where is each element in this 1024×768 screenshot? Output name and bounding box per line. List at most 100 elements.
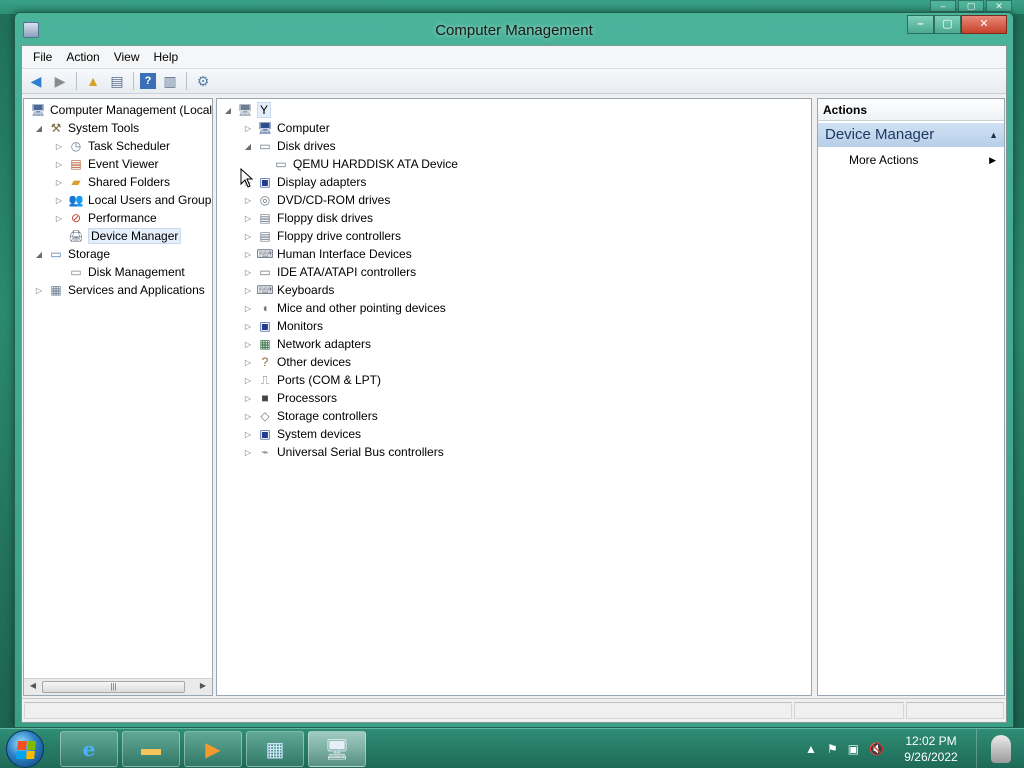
expander-icon[interactable]: ▷ bbox=[243, 322, 253, 331]
actions-section-device-manager[interactable]: Device Manager ▲ bbox=[818, 123, 1004, 147]
expander-icon[interactable]: ▷ bbox=[243, 376, 253, 385]
expander-icon[interactable]: ▷ bbox=[243, 196, 253, 205]
device-label: DVD/CD-ROM drives bbox=[277, 193, 391, 207]
menu-action[interactable]: Action bbox=[59, 46, 106, 68]
device-item[interactable]: ▭ QEMU HARDDISK ATA Device bbox=[259, 155, 458, 173]
bg-close-icon[interactable]: ✕ bbox=[986, 0, 1012, 12]
up-folder-icon[interactable]: ▲ bbox=[83, 71, 103, 91]
expander-icon[interactable]: ▷ bbox=[243, 358, 253, 367]
expander-icon[interactable]: ◢ bbox=[34, 124, 44, 133]
expander-icon[interactable]: ▷ bbox=[54, 160, 64, 169]
device-category-computer[interactable]: ▷ 🖥 Computer bbox=[243, 119, 330, 137]
volume-muted-icon[interactable]: 🔇 bbox=[869, 742, 884, 756]
expander-icon[interactable]: ▷ bbox=[243, 232, 253, 241]
taskbar-internet-explorer[interactable]: e bbox=[60, 731, 118, 767]
scroll-left-icon[interactable]: ◀ bbox=[26, 681, 40, 690]
user-area[interactable] bbox=[976, 729, 1024, 768]
taskbar: e ▬ ▶ ▦ 🖥 ▲ ⚑ ▣ 🔇 12:02 PM 9/26/2022 bbox=[0, 728, 1024, 768]
tree-item-device-manager[interactable]: 🖨 Device Manager bbox=[54, 227, 182, 245]
expander-icon[interactable]: ▷ bbox=[54, 142, 64, 151]
device-category-display-adapters[interactable]: ▷▣Display adapters bbox=[243, 173, 366, 191]
expander-icon[interactable]: ◢ bbox=[243, 142, 253, 151]
menu-help[interactable]: Help bbox=[147, 46, 186, 68]
device-category-ports-com-lpt-[interactable]: ▷ ⎍ Ports (COM & LPT) bbox=[243, 371, 381, 389]
taskbar-file-explorer[interactable]: ▬ bbox=[122, 731, 180, 767]
expander-icon[interactable]: ▷ bbox=[243, 304, 253, 313]
expander-icon[interactable]: ▷ bbox=[34, 286, 44, 295]
expander-icon[interactable]: ▷ bbox=[243, 214, 253, 223]
action-center-flag-icon[interactable]: ⚑ bbox=[827, 742, 838, 756]
menu-view[interactable]: View bbox=[107, 46, 147, 68]
expander-icon[interactable]: ▷ bbox=[243, 124, 253, 133]
tree-item-system-tools[interactable]: ◢ ⚒ System Tools bbox=[34, 119, 139, 137]
expander-icon[interactable]: ▷ bbox=[54, 214, 64, 223]
device-category-mice-and-other-pointing-devices[interactable]: ▷ ◖ Mice and other pointing devices bbox=[243, 299, 446, 317]
tree-item-storage[interactable]: ◢ ▭ Storage bbox=[34, 245, 110, 263]
device-category-other-devices[interactable]: ▷? Other devices bbox=[243, 353, 351, 371]
device-category-system-devices[interactable]: ▷ ▣ System devices bbox=[243, 425, 361, 443]
device-tree-pane[interactable]: ◢ 🖥 Y ▷ 🖥 Computer ◢ ▭ Disk drives ▭ QEMU HARDD… bbox=[216, 98, 812, 696]
start-button[interactable] bbox=[6, 730, 44, 768]
expander-icon[interactable]: ▷ bbox=[243, 448, 253, 457]
show-hidden-icons-icon[interactable]: ▲ bbox=[805, 742, 817, 756]
more-actions-item[interactable]: More Actions ▶ bbox=[818, 151, 1004, 169]
tree-item-local-users-and-groups[interactable]: ▷ 👥 Local Users and Groups bbox=[54, 191, 212, 209]
expander-icon[interactable]: ▷ bbox=[243, 394, 253, 403]
tree-item-event-viewer[interactable]: ▷ ▤ Event Viewer bbox=[54, 155, 159, 173]
expander-icon[interactable]: ▷ bbox=[243, 412, 253, 421]
device-category-human-interface-devices[interactable]: ▷ ⌨ Human Interface Devices bbox=[243, 245, 412, 263]
close-button[interactable]: ✕ bbox=[961, 15, 1007, 34]
show-hide-tree-icon[interactable]: ▤ bbox=[107, 71, 127, 91]
tree-item-disk-management[interactable]: ▭ Disk Management bbox=[54, 263, 184, 281]
title-bar[interactable]: Computer Management – ▢ ✕ bbox=[15, 13, 1013, 47]
expander-icon[interactable]: ▷ bbox=[54, 196, 64, 205]
expander-icon[interactable]: ▷ bbox=[54, 178, 64, 187]
properties-icon[interactable]: ⚙ bbox=[193, 71, 213, 91]
expander-icon[interactable]: ▷ bbox=[243, 268, 253, 277]
tree-item-shared-folders[interactable]: ▷ ▰ Shared Folders bbox=[54, 173, 170, 191]
show-hide-action-pane-icon[interactable]: ▥ bbox=[160, 71, 180, 91]
horizontal-scrollbar[interactable]: ◀ ||| ▶ bbox=[24, 678, 212, 695]
tree-item-performance[interactable]: ▷ ⊘ Performance bbox=[54, 209, 157, 227]
device-category-processors[interactable]: ▷ ■ Processors bbox=[243, 389, 337, 407]
navigation-tree-pane[interactable]: 🖥 Computer Management (Local ◢ ⚒ System To… bbox=[23, 98, 213, 696]
tree-root[interactable]: 🖥 Computer Management (Local bbox=[26, 101, 212, 119]
clock[interactable]: 12:02 PM 9/26/2022 bbox=[896, 733, 966, 765]
expander-icon[interactable]: ▷ bbox=[243, 286, 253, 295]
help-icon[interactable]: ? bbox=[140, 73, 156, 89]
device-category-dvd-cd-rom-drives[interactable]: ▷ ◎ DVD/CD-ROM drives bbox=[243, 191, 390, 209]
device-category-ide-ata-atapi-controllers[interactable]: ▷ ▭ IDE ATA/ATAPI controllers bbox=[243, 263, 416, 281]
menu-file[interactable]: File bbox=[26, 46, 59, 68]
expand-root-icon[interactable]: ◢ bbox=[223, 106, 233, 115]
device-category-monitors[interactable]: ▷ ▣ Monitors bbox=[243, 317, 323, 335]
tree-item-task-scheduler[interactable]: ▷ ◷ Task Scheduler bbox=[54, 137, 170, 155]
collapse-up-icon[interactable]: ▲ bbox=[989, 123, 998, 147]
expander-icon[interactable]: ▷ bbox=[243, 340, 253, 349]
taskbar-control-panel[interactable]: ▦ bbox=[246, 731, 304, 767]
device-category-keyboards[interactable]: ▷ ⌨ Keyboards bbox=[243, 281, 334, 299]
scroll-right-icon[interactable]: ▶ bbox=[196, 681, 210, 690]
device-category-network-adapters[interactable]: ▷ ▦ Network adapters bbox=[243, 335, 371, 353]
device-category-universal-serial-bus-controllers[interactable]: ▷ ⌁ Universal Serial Bus controllers bbox=[243, 443, 444, 461]
expander-icon[interactable]: ▷ bbox=[243, 430, 253, 439]
network-icon[interactable]: ▣ bbox=[848, 742, 859, 756]
device-category-floppy-drive-controllers[interactable]: ▷ ▤ Floppy drive controllers bbox=[243, 227, 401, 245]
device-category-floppy-disk-drives[interactable]: ▷ ▤ Floppy disk drives bbox=[243, 209, 373, 227]
forward-arrow-icon[interactable]: ▶ bbox=[50, 71, 70, 91]
maximize-button[interactable]: ▢ bbox=[934, 15, 961, 34]
minimize-button[interactable]: – bbox=[907, 15, 934, 34]
scroll-thumb[interactable]: ||| bbox=[42, 681, 185, 693]
device-category-disk-drives[interactable]: ◢ ▭ Disk drives bbox=[243, 137, 336, 155]
expander-icon[interactable]: ▷ bbox=[243, 250, 253, 259]
bg-restore-icon[interactable]: ▢ bbox=[958, 0, 984, 12]
taskbar-media-player[interactable]: ▶ bbox=[184, 731, 242, 767]
bg-minimize-icon[interactable]: – bbox=[930, 0, 956, 12]
taskbar-computer-management[interactable]: 🖥 bbox=[308, 731, 366, 767]
back-arrow-icon[interactable]: ◀ bbox=[26, 71, 46, 91]
tree-item-services-and-applications[interactable]: ▷ ▦ Services and Applications bbox=[34, 281, 205, 299]
computer-root-icon: 🖥 bbox=[237, 103, 253, 117]
device-tree-root[interactable]: ◢ 🖥 Y bbox=[223, 101, 272, 119]
device-category-storage-controllers[interactable]: ▷ ◇ Storage controllers bbox=[243, 407, 378, 425]
expander-icon[interactable]: ◢ bbox=[34, 250, 44, 259]
disk-drive-icon: ▭ bbox=[259, 139, 271, 153]
